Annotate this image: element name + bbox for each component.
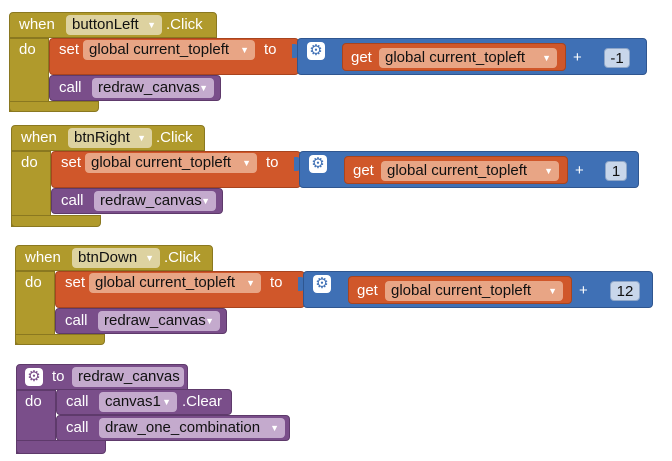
component-name: btnDown (78, 249, 138, 266)
component-dropdown[interactable]: canvas1 ▼ (99, 392, 177, 412)
call-procedure-block[interactable]: call draw_one_combination ▼ (56, 415, 290, 441)
set-keyword: set (61, 154, 82, 171)
get-variable-dropdown[interactable]: global current_topleft ▼ (379, 48, 557, 68)
procedure-dropdown[interactable]: draw_one_combination ▼ (99, 418, 285, 438)
variable-name: global current_topleft (91, 154, 232, 171)
to-keyword: to (270, 274, 283, 291)
math-add-block[interactable]: ⚙ get global current_topleft ▼ + 12 (303, 271, 653, 308)
variable-dropdown[interactable]: global current_topleft ▼ (85, 153, 257, 173)
call-procedure-block[interactable]: call redraw_canvas ▼ (49, 75, 221, 101)
procedure-name-field[interactable]: redraw_canvas (72, 367, 184, 387)
event-footer (11, 215, 101, 227)
procedure-name: draw_one_combination (105, 419, 261, 436)
get-variable-name: global current_topleft (385, 49, 526, 66)
event-name: .Click (156, 129, 193, 146)
component-name: canvas1 (105, 393, 161, 410)
gear-icon[interactable]: ⚙ (309, 155, 327, 173)
plus-operator: + (573, 49, 582, 66)
variable-name: global current_topleft (89, 41, 230, 58)
do-keyword: do (25, 393, 42, 410)
procedure-name: redraw_canvas (104, 312, 206, 329)
when-keyword: when (21, 129, 57, 146)
component-dropdown[interactable]: btnRight ▼ (68, 128, 152, 148)
gear-icon[interactable]: ⚙ (307, 42, 325, 60)
to-keyword: to (266, 154, 279, 171)
dropdown-arrow-icon: ▼ (145, 253, 154, 263)
do-keyword: do (19, 41, 36, 58)
dropdown-arrow-icon: ▼ (240, 45, 249, 55)
plus-operator: + (575, 162, 584, 179)
set-variable-block[interactable]: set global current_topleft ▼ to (49, 38, 299, 75)
variable-dropdown[interactable]: global current_topleft ▼ (89, 273, 261, 293)
set-keyword: set (65, 274, 86, 291)
number-field[interactable]: 12 (610, 281, 640, 301)
event-name: .Click (164, 249, 201, 266)
gear-icon[interactable]: ⚙ (25, 368, 43, 386)
method-name: .Clear (182, 393, 223, 410)
call-keyword: call (59, 79, 82, 96)
dropdown-arrow-icon: ▼ (162, 397, 171, 407)
when-keyword: when (19, 16, 55, 33)
dropdown-arrow-icon: ▼ (542, 53, 551, 63)
set-variable-block[interactable]: set global current_topleft ▼ to (51, 151, 301, 188)
component-name: btnRight (74, 129, 130, 146)
event-footer (15, 334, 105, 345)
procedure-name: redraw_canvas (78, 368, 180, 385)
call-method-block[interactable]: call canvas1 ▼ .Clear (56, 389, 232, 415)
dropdown-arrow-icon: ▼ (199, 83, 208, 93)
to-keyword: to (264, 41, 277, 58)
set-keyword: set (59, 41, 80, 58)
get-variable-dropdown[interactable]: global current_topleft ▼ (381, 161, 559, 181)
event-footer (9, 101, 99, 112)
call-procedure-block[interactable]: call redraw_canvas ▼ (55, 308, 227, 334)
call-keyword: call (66, 419, 89, 436)
variable-dropdown[interactable]: global current_topleft ▼ (83, 40, 255, 60)
to-keyword: to (52, 368, 65, 385)
dropdown-arrow-icon: ▼ (544, 166, 553, 176)
dropdown-arrow-icon: ▼ (201, 196, 210, 206)
dropdown-arrow-icon: ▼ (246, 278, 255, 288)
component-dropdown[interactable]: buttonLeft ▼ (66, 15, 162, 35)
call-keyword: call (66, 393, 89, 410)
gear-icon[interactable]: ⚙ (313, 275, 331, 293)
get-variable-dropdown[interactable]: global current_topleft ▼ (385, 281, 563, 301)
procedure-dropdown[interactable]: redraw_canvas ▼ (94, 191, 216, 211)
number-field[interactable]: -1 (604, 48, 630, 68)
procedure-dropdown[interactable]: redraw_canvas ▼ (92, 78, 214, 98)
procedure-name: redraw_canvas (100, 192, 202, 209)
get-keyword: get (353, 162, 374, 179)
component-dropdown[interactable]: btnDown ▼ (72, 248, 160, 268)
plus-operator: + (579, 282, 588, 299)
dropdown-arrow-icon: ▼ (137, 133, 146, 143)
event-name: .Click (166, 16, 203, 33)
dropdown-arrow-icon: ▼ (548, 286, 557, 296)
component-name: buttonLeft (72, 16, 139, 33)
dropdown-arrow-icon: ▼ (205, 316, 214, 326)
get-variable-block[interactable]: get global current_topleft ▼ (344, 156, 568, 184)
get-variable-block[interactable]: get global current_topleft ▼ (342, 43, 566, 71)
procedure-name: redraw_canvas (98, 79, 200, 96)
do-keyword: do (21, 154, 38, 171)
procedure-footer (16, 440, 106, 454)
call-keyword: call (61, 192, 84, 209)
call-keyword: call (65, 312, 88, 329)
number-field[interactable]: 1 (605, 161, 627, 181)
dropdown-arrow-icon: ▼ (270, 423, 279, 433)
get-variable-name: global current_topleft (391, 282, 532, 299)
dropdown-arrow-icon: ▼ (242, 158, 251, 168)
when-keyword: when (25, 249, 61, 266)
get-keyword: get (351, 49, 372, 66)
set-variable-block[interactable]: set global current_topleft ▼ to (55, 271, 305, 308)
math-add-block[interactable]: ⚙ get global current_topleft ▼ + 1 (299, 151, 639, 188)
get-variable-block[interactable]: get global current_topleft ▼ (348, 276, 572, 304)
math-add-block[interactable]: ⚙ get global current_topleft ▼ + -1 (297, 38, 647, 75)
get-variable-name: global current_topleft (387, 162, 528, 179)
get-keyword: get (357, 282, 378, 299)
call-procedure-block[interactable]: call redraw_canvas ▼ (51, 188, 223, 214)
procedure-dropdown[interactable]: redraw_canvas ▼ (98, 311, 220, 331)
dropdown-arrow-icon: ▼ (147, 20, 156, 30)
do-keyword: do (25, 274, 42, 291)
variable-name: global current_topleft (95, 274, 236, 291)
